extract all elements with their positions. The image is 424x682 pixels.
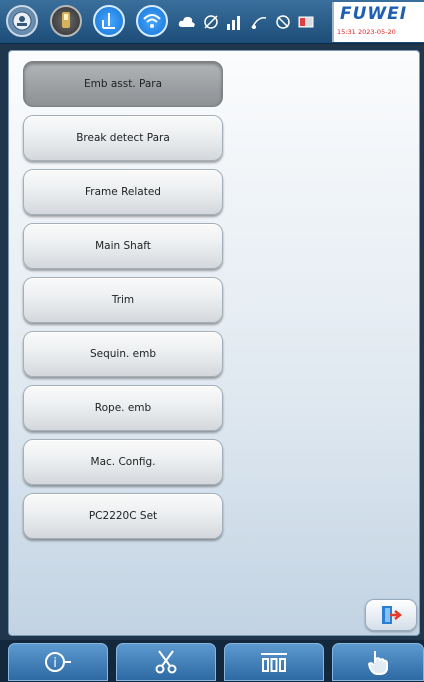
parameter-menu-panel: Emb asst. Para Break detect Para Frame R… [8,50,420,636]
frame-icon [261,653,287,672]
manual-button[interactable] [332,643,424,681]
signal-icon [226,13,244,31]
main-shaft-button[interactable]: Main Shaft [23,223,223,269]
hand-icon [367,651,388,675]
rope-emb-button[interactable]: Rope. emb [23,385,223,431]
emb-asst-para-button[interactable]: Emb asst. Para [23,61,223,107]
brand-name: FUWEI [340,4,408,24]
exit-icon [382,606,402,624]
scissors-icon [155,650,177,674]
pc2220c-set-button[interactable]: PC2220C Set [23,493,223,539]
info-icon: i [45,652,71,672]
clock-date: 2023-05-20 [358,28,396,36]
sensor-off-icon [202,13,220,31]
status-bar: FUWEI 15:31 2023-05-20 [0,0,424,44]
frame-related-button[interactable]: Frame Related [23,169,223,215]
no-network-icon [274,13,292,31]
wifi-icon[interactable] [136,5,168,37]
bottom-toolbar: i [0,640,424,682]
brand-logo: FUWEI 15:31 2023-05-20 [332,2,424,42]
trim-tool-button[interactable] [116,643,216,681]
mac-config-button[interactable]: Mac. Config. [23,439,223,485]
clock-time: 15:31 [337,28,356,36]
logo-icon[interactable] [6,5,38,37]
exit-button[interactable] [365,599,417,631]
info-button[interactable]: i [8,643,108,681]
light-icon[interactable] [50,5,82,37]
battery-icon [298,13,316,31]
trim-button[interactable]: Trim [23,277,223,323]
needle-icon[interactable] [93,5,125,37]
thread-icon [250,13,268,31]
sequin-emb-button[interactable]: Sequin. emb [23,331,223,377]
cloud-icon [178,13,196,31]
break-detect-para-button[interactable]: Break detect Para [23,115,223,161]
svg-text:i: i [53,656,57,671]
frame-button[interactable] [224,643,324,681]
